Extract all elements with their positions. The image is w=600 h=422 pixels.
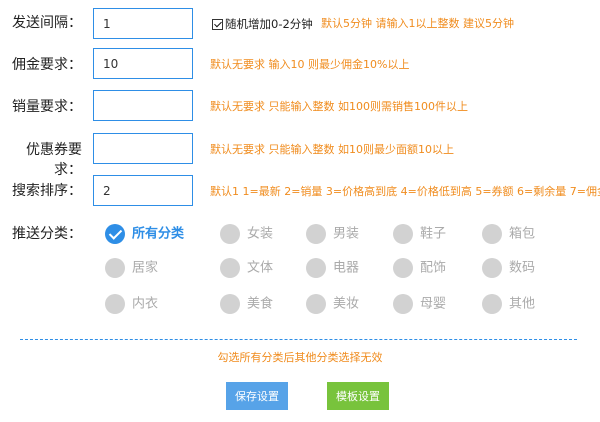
sort-label: 搜索排序：: [12, 183, 82, 199]
interval-input[interactable]: [93, 8, 193, 39]
commission-hint: 默认无要求 输入10 则最少佣金10%以上: [210, 58, 410, 71]
circle-icon: [393, 258, 413, 278]
category-all[interactable]: 所有分类: [105, 224, 184, 244]
category-other[interactable]: 其他: [482, 294, 535, 314]
category-label-text: 美食: [247, 296, 274, 312]
circle-icon: [220, 258, 240, 278]
sales-hint: 默认无要求 只能输入整数 如100则需销售100件以上: [210, 100, 468, 113]
category-note: 勾选所有分类后其他分类选择无效: [217, 351, 383, 364]
category-men[interactable]: 男装: [306, 224, 359, 244]
category-home[interactable]: 居家: [105, 258, 158, 278]
circle-icon: [105, 294, 125, 314]
category-sports[interactable]: 文体: [220, 258, 273, 278]
category-electronics[interactable]: 电器: [306, 258, 359, 278]
category-label: 推送分类：: [12, 226, 82, 242]
sales-input[interactable]: [93, 90, 193, 121]
circle-icon: [306, 224, 326, 244]
category-label-text: 电器: [333, 260, 360, 276]
random-interval-checkbox[interactable]: 随机增加0-2分钟: [212, 16, 313, 32]
commission-input[interactable]: [93, 48, 193, 79]
category-baby[interactable]: 母婴: [393, 294, 446, 314]
circle-icon: [105, 258, 125, 278]
save-button[interactable]: 保存设置: [226, 382, 288, 410]
category-label-text: 箱包: [509, 226, 536, 242]
sales-label: 销量要求：: [12, 99, 82, 115]
circle-icon: [393, 224, 413, 244]
circle-icon: [306, 258, 326, 278]
circle-icon: [482, 258, 502, 278]
category-bags[interactable]: 箱包: [482, 224, 535, 244]
divider: [20, 339, 577, 340]
sort-hint: 默认1 1=最新 2=销量 3=价格高到底 4=价格低到高 5=券额 6=剩余量…: [210, 185, 600, 198]
circle-icon: [220, 294, 240, 314]
coupon-label: 优惠券要求：: [26, 142, 82, 178]
template-settings-button[interactable]: 模板设置: [327, 382, 389, 410]
circle-icon: [482, 294, 502, 314]
interval-label: 发送间隔：: [12, 15, 82, 31]
category-food[interactable]: 美食: [220, 294, 273, 314]
category-label-text: 男装: [333, 226, 360, 242]
category-label-text: 文体: [247, 260, 274, 276]
circle-icon: [220, 224, 240, 244]
coupon-hint: 默认无要求 只能输入整数 如10则最少面额10以上: [210, 143, 454, 156]
category-underwear[interactable]: 内衣: [105, 294, 158, 314]
category-beauty[interactable]: 美妆: [306, 294, 359, 314]
category-women[interactable]: 女装: [220, 224, 273, 244]
category-label-text: 鞋子: [420, 226, 447, 242]
checkbox-checked-icon: [212, 19, 223, 30]
circle-icon: [482, 224, 502, 244]
commission-label: 佣金要求：: [12, 57, 82, 73]
category-digital[interactable]: 数码: [482, 258, 535, 278]
category-shoes[interactable]: 鞋子: [393, 224, 446, 244]
interval-hint: 默认5分钟 请输入1以上整数 建议5分钟: [321, 17, 514, 30]
category-label-text: 内衣: [132, 296, 159, 312]
sort-input[interactable]: [93, 175, 193, 206]
category-accessories[interactable]: 配饰: [393, 258, 446, 278]
category-label-text: 配饰: [420, 260, 447, 276]
category-label-text: 数码: [509, 260, 536, 276]
category-label-text: 母婴: [420, 296, 447, 312]
random-interval-label: 随机增加0-2分钟: [225, 17, 313, 31]
category-label-text: 所有分类: [132, 226, 185, 242]
coupon-input[interactable]: [93, 133, 193, 164]
circle-icon: [306, 294, 326, 314]
category-label-text: 居家: [132, 260, 159, 276]
circle-icon: [393, 294, 413, 314]
category-label-text: 其他: [509, 296, 536, 312]
category-label-text: 女装: [247, 226, 274, 242]
category-label-text: 美妆: [333, 296, 360, 312]
check-circle-icon: [105, 224, 125, 244]
